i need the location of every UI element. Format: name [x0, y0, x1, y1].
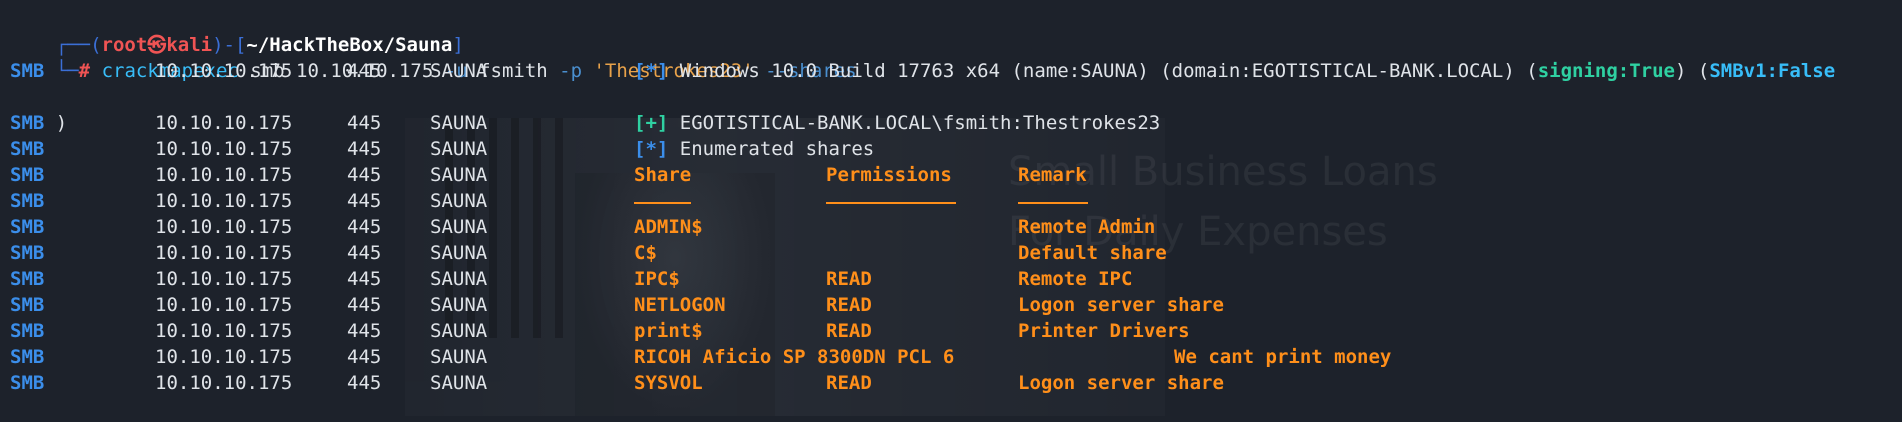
ip-cell: 10.10.10.175 — [155, 216, 293, 238]
permission-cell: READ — [826, 294, 872, 316]
remark-cell: Logon server share — [1018, 294, 1224, 316]
ip-cell: 10.10.10.175 — [155, 294, 293, 316]
share-name-cell: SYSVOL — [634, 372, 703, 394]
prompt-line-1: ┌──(root㉿kali)-[~/HackTheBox/Sauna] — [55, 34, 464, 56]
share-name-cell: NETLOGON — [634, 294, 726, 316]
output-row-info: SMB 10.10.10.175 445 SAUNA [*] Windows 1… — [10, 60, 1836, 82]
shares-table-header: SMB 10.10.10.175 445 SAUNA Share Permiss… — [10, 164, 1087, 186]
protocol-cell: SMB — [10, 294, 45, 316]
divider — [634, 192, 691, 204]
port-cell: 445 — [347, 320, 382, 342]
share-name-cell: print$ — [634, 320, 703, 342]
port-cell: 445 — [347, 216, 382, 238]
permission-cell: READ — [826, 320, 872, 342]
output-row-info-wrap: ) — [55, 112, 68, 134]
host-cell: SAUNA — [430, 216, 488, 238]
port-cell: 445 — [347, 268, 382, 290]
remark-cell: Printer Drivers — [1018, 320, 1190, 342]
header-remark: Remark — [1018, 164, 1087, 186]
ip-cell: 10.10.10.175 — [155, 320, 293, 342]
table-row: SMB 10.10.10.175 445 SAUNA C$ Default share — [10, 240, 1902, 266]
header-permissions: Permissions — [826, 164, 952, 186]
port-cell: 445 — [347, 372, 382, 394]
ip-cell: 10.10.10.175 — [155, 242, 293, 264]
table-row: SMB 10.10.10.175 445 SAUNA IPC$ READ Remote IP… — [10, 266, 1902, 292]
ip-cell: 10.10.10.175 — [155, 372, 293, 394]
share-name-cell: ADMIN$ — [634, 216, 703, 238]
host-cell: SAUNA — [430, 372, 488, 394]
port-cell: 445 — [347, 242, 382, 264]
shares-table-underline: SMB 10.10.10.175 445 SAUNA — [10, 188, 1902, 214]
terminal-output[interactable]: ┌──(root㉿kali)-[~/HackTheBox/Sauna] └─# … — [10, 6, 1902, 396]
protocol-cell: SMB — [10, 346, 45, 368]
protocol-cell: SMB — [10, 320, 45, 342]
share-name-cell: IPC$ — [634, 268, 680, 290]
host-cell: SAUNA — [430, 294, 488, 316]
protocol-cell: SMB — [10, 268, 45, 290]
table-row: SMB 10.10.10.175 445 SAUNA NETLOGON READ Logon… — [10, 292, 1902, 318]
ip-cell: 10.10.10.175 — [155, 268, 293, 290]
divider — [826, 192, 956, 204]
output-row-enum: SMB 10.10.10.175 445 SAUNA [*] Enumerate… — [10, 138, 875, 160]
remark-cell: We cant print money — [1174, 346, 1392, 368]
divider — [1018, 192, 1088, 204]
protocol-cell: SMB — [10, 242, 45, 264]
remark-cell: Remote IPC — [1018, 268, 1133, 290]
host-cell: SAUNA — [430, 242, 488, 264]
protocol-cell: SMB — [10, 216, 45, 238]
table-row: SMB 10.10.10.175 445 SAUNA ADMIN$ Remote Admi… — [10, 214, 1902, 240]
table-row: SMB 10.10.10.175 445 SAUNA SYSVOL READ Logon s… — [10, 370, 1902, 396]
share-name-cell: C$ — [634, 242, 657, 264]
protocol-cell: SMB — [10, 372, 45, 394]
table-row: SMB 10.10.10.175 445 SAUNA RICOH Aficio SP 8… — [10, 344, 1902, 370]
output-row-auth: SMB 10.10.10.175 445 SAUNA [+] EGOTISTIC… — [10, 112, 1161, 134]
command-line[interactable]: └─# crackmapexec smb 10.10.10.175 -u fsm… — [10, 32, 1902, 82]
permission-cell: READ — [826, 372, 872, 394]
port-cell: 445 — [347, 294, 382, 316]
remark-cell: Logon server share — [1018, 372, 1224, 394]
host-cell: SAUNA — [430, 346, 488, 368]
ip-cell: 10.10.10.175 — [155, 346, 293, 368]
remark-cell: Default share — [1018, 242, 1167, 264]
port-cell: 445 — [347, 346, 382, 368]
remark-cell: Remote Admin — [1018, 216, 1156, 238]
shares-table-body: SMB 10.10.10.175 445 SAUNA ADMIN$ Remote Admi… — [10, 214, 1902, 396]
share-name-cell: RICOH Aficio SP 8300DN PCL 6 — [634, 346, 955, 368]
table-row: SMB 10.10.10.175 445 SAUNA print$ READ Printer… — [10, 318, 1902, 344]
host-cell: SAUNA — [430, 320, 488, 342]
permission-cell: READ — [826, 268, 872, 290]
host-cell: SAUNA — [430, 268, 488, 290]
header-share: Share — [634, 164, 692, 186]
